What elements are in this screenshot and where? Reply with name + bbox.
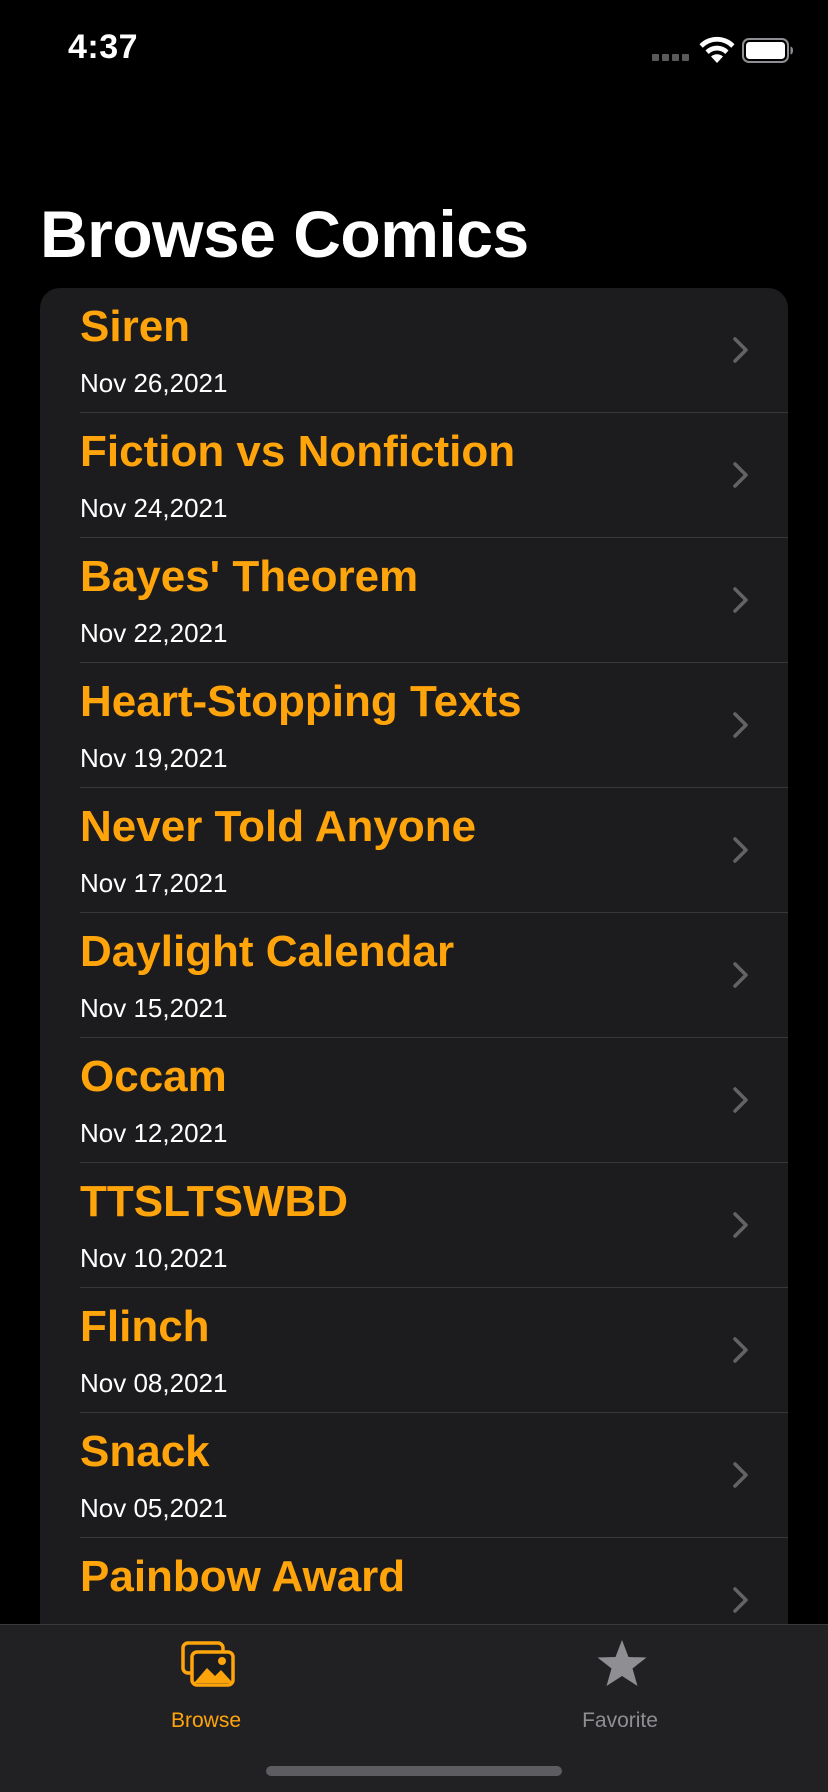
chevron-right-icon xyxy=(733,1587,748,1613)
comic-title: Heart-Stopping Texts xyxy=(80,677,522,726)
cellular-signal-icon xyxy=(652,54,689,61)
list-item[interactable]: Siren Nov 26,2021 xyxy=(40,288,788,413)
comic-title: Fiction vs Nonfiction xyxy=(80,427,516,476)
list-item[interactable]: TTSLTSWBD Nov 10,2021 xyxy=(40,1163,788,1288)
tab-favorite-label: Favorite xyxy=(582,1709,658,1732)
comic-title: Daylight Calendar xyxy=(80,927,455,976)
list-item[interactable]: Fiction vs Nonfiction Nov 24,2021 xyxy=(40,413,788,538)
chevron-right-icon xyxy=(733,712,748,738)
comics-list: Siren Nov 26,2021 Fiction vs Nonfiction … xyxy=(40,288,788,1688)
tab-browse-label: Browse xyxy=(170,1709,242,1732)
chevron-right-icon xyxy=(733,337,748,363)
list-item[interactable]: Never Told Anyone Nov 17,2021 xyxy=(40,788,788,913)
chevron-right-icon xyxy=(733,1462,748,1488)
chevron-right-icon xyxy=(733,587,748,613)
chevron-right-icon xyxy=(733,462,748,488)
list-item[interactable]: Heart-Stopping Texts Nov 19,2021 xyxy=(40,663,788,788)
comic-date: Nov 08,2021 xyxy=(80,1368,228,1398)
comic-date: Nov 22,2021 xyxy=(80,618,228,648)
comic-date: Nov 05,2021 xyxy=(80,1493,228,1523)
list-item[interactable]: Occam Nov 12,2021 xyxy=(40,1038,788,1163)
comic-date: Nov 12,2021 xyxy=(80,1118,228,1148)
photo-stack-icon xyxy=(181,1641,235,1687)
chevron-right-icon xyxy=(733,1212,748,1238)
chevron-right-icon xyxy=(733,837,748,863)
comic-date: Nov 24,2021 xyxy=(80,493,228,523)
list-item[interactable]: Snack Nov 05,2021 xyxy=(40,1413,788,1538)
comic-date: Nov 19,2021 xyxy=(80,743,228,773)
chevron-right-icon xyxy=(733,1337,748,1363)
list-item[interactable]: Daylight Calendar Nov 15,2021 xyxy=(40,913,788,1038)
comic-title: Snack xyxy=(80,1427,210,1476)
comic-date: Nov 17,2021 xyxy=(80,868,228,898)
status-bar: 4:37 xyxy=(0,0,828,100)
comic-title: Flinch xyxy=(80,1302,210,1351)
screen: 4:37 Browse Comics Siren Nov 26,2021 Fic… xyxy=(0,0,828,1792)
battery-icon xyxy=(742,38,793,63)
tab-favorite[interactable]: Favorite xyxy=(520,1625,720,1745)
tab-browse[interactable]: Browse xyxy=(106,1625,306,1745)
comic-date: Nov 15,2021 xyxy=(80,993,228,1023)
home-indicator xyxy=(266,1766,562,1776)
comic-title: Bayes' Theorem xyxy=(80,552,419,601)
comic-title: TTSLTSWBD xyxy=(80,1177,349,1226)
chevron-right-icon xyxy=(733,962,748,988)
wifi-icon xyxy=(699,36,735,63)
list-item[interactable]: Bayes' Theorem Nov 22,2021 xyxy=(40,538,788,663)
comic-title: Painbow Award xyxy=(80,1552,406,1601)
comic-title: Occam xyxy=(80,1052,227,1101)
list-item[interactable]: Flinch Nov 08,2021 xyxy=(40,1288,788,1413)
chevron-right-icon xyxy=(733,1087,748,1113)
comic-date: Nov 26,2021 xyxy=(80,368,228,398)
comic-title: Siren xyxy=(80,302,191,351)
star-icon xyxy=(597,1640,647,1686)
comic-title: Never Told Anyone xyxy=(80,802,477,851)
status-time: 4:37 xyxy=(68,28,139,66)
comic-date: Nov 10,2021 xyxy=(80,1243,228,1273)
page-title: Browse Comics xyxy=(40,197,529,271)
